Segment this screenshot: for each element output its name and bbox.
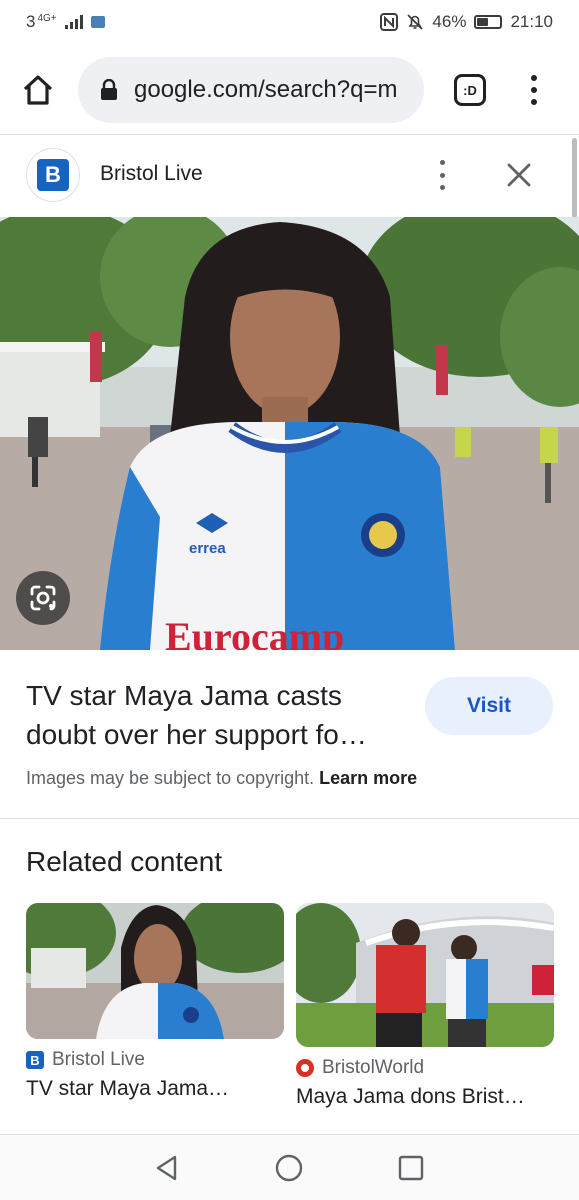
back-triangle-icon[interactable] bbox=[152, 1153, 182, 1183]
tabs-icon[interactable]: :D bbox=[454, 74, 486, 106]
related-card-title[interactable]: TV star Maya Jama… bbox=[26, 1077, 284, 1101]
related-card[interactable]: BristolWorld Maya Jama dons Brist… bbox=[296, 903, 554, 1109]
related-card[interactable]: B Bristol Live TV star Maya Jama… bbox=[26, 903, 284, 1101]
network-label: 3 bbox=[26, 12, 36, 31]
result-title[interactable]: TV star Maya Jama casts doubt over her s… bbox=[26, 676, 406, 754]
visit-button[interactable]: Visit bbox=[425, 677, 553, 735]
svg-text:errea: errea bbox=[189, 540, 226, 557]
battery-percent: 46% bbox=[432, 12, 467, 31]
learn-more-link[interactable]: Learn more bbox=[319, 768, 417, 788]
nfc-icon bbox=[380, 13, 399, 31]
browser-toolbar: google.com/search?q=m :D bbox=[0, 52, 579, 128]
related-card-image[interactable] bbox=[26, 903, 284, 1039]
google-lens-icon[interactable] bbox=[16, 571, 70, 625]
close-icon[interactable] bbox=[504, 160, 534, 190]
source-more-icon[interactable] bbox=[432, 160, 452, 190]
scrollbar[interactable] bbox=[572, 138, 577, 218]
url-bar[interactable]: google.com/search?q=m bbox=[78, 57, 424, 123]
related-card-title[interactable]: Maya Jama dons Brist… bbox=[296, 1085, 554, 1109]
status-bar: 3 4G+ 46% 21:10 bbox=[0, 0, 579, 44]
signal-icon bbox=[64, 15, 83, 29]
bristol-live-logo: B bbox=[26, 1051, 44, 1069]
lock-icon bbox=[101, 79, 117, 100]
recents-square-icon[interactable] bbox=[396, 1153, 426, 1183]
source-logo[interactable]: B bbox=[26, 148, 80, 202]
status-left: 3 4G+ bbox=[26, 12, 105, 32]
bristolworld-logo bbox=[296, 1059, 314, 1077]
system-nav-bar bbox=[0, 1135, 579, 1200]
copyright-notice: Images may be subject to copyright. Lear… bbox=[26, 768, 417, 789]
related-card-source: BristolWorld bbox=[296, 1057, 554, 1079]
result-photo: errea Eurocamp bbox=[0, 217, 579, 650]
main-result-image[interactable]: errea Eurocamp bbox=[0, 217, 579, 650]
tabs-label: :D bbox=[463, 82, 477, 98]
battery-icon bbox=[474, 15, 503, 29]
related-card-source: B Bristol Live bbox=[26, 1049, 284, 1071]
mute-icon bbox=[407, 14, 424, 30]
more-vert-icon[interactable] bbox=[524, 72, 544, 108]
section-divider bbox=[0, 818, 579, 819]
network-type: 4G+ bbox=[37, 12, 57, 24]
related-card-image[interactable] bbox=[296, 903, 554, 1047]
home-circle-icon[interactable] bbox=[274, 1153, 304, 1183]
source-header: B Bristol Live bbox=[0, 136, 579, 216]
home-icon[interactable] bbox=[20, 72, 56, 108]
bristol-live-logo: B bbox=[37, 159, 69, 191]
related-heading: Related content bbox=[26, 846, 223, 877]
app-notification-icon bbox=[90, 16, 105, 28]
copyright-text: Images may be subject to copyright. bbox=[26, 768, 315, 788]
related-card-source-name: BristolWorld bbox=[322, 1057, 425, 1078]
status-right: 46% 21:10 bbox=[380, 12, 553, 32]
clock: 21:10 bbox=[510, 12, 553, 31]
related-card-source-name: Bristol Live bbox=[52, 1049, 145, 1070]
toolbar-divider bbox=[0, 134, 579, 135]
source-name[interactable]: Bristol Live bbox=[100, 162, 203, 186]
url-text: google.com/search?q=m bbox=[134, 76, 398, 103]
svg-text:Eurocamp: Eurocamp bbox=[165, 614, 344, 650]
